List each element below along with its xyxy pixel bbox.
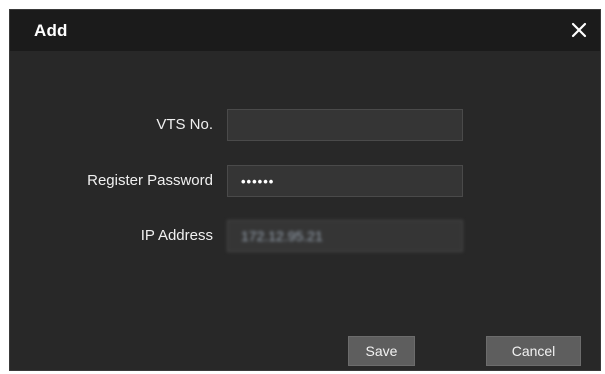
vts-no-input[interactable] (227, 109, 463, 141)
dialog-title: Add (34, 21, 68, 40)
register-password-label: Register Password (87, 172, 213, 189)
register-password-input[interactable] (227, 165, 463, 197)
close-icon (571, 22, 587, 38)
register-password-row: Register Password (10, 165, 600, 197)
ip-address-input[interactable] (227, 220, 463, 252)
vts-no-row: VTS No. (10, 109, 600, 141)
close-button[interactable] (566, 17, 592, 43)
save-button[interactable]: Save (348, 336, 415, 366)
vts-no-label: VTS No. (156, 116, 213, 133)
ip-address-label: IP Address (140, 227, 213, 244)
ip-address-row: IP Address (10, 220, 600, 252)
dialog-titlebar: Add (10, 10, 600, 51)
cancel-button[interactable]: Cancel (486, 336, 581, 366)
add-dialog: Add VTS No. Register Password IP Address… (9, 9, 601, 371)
